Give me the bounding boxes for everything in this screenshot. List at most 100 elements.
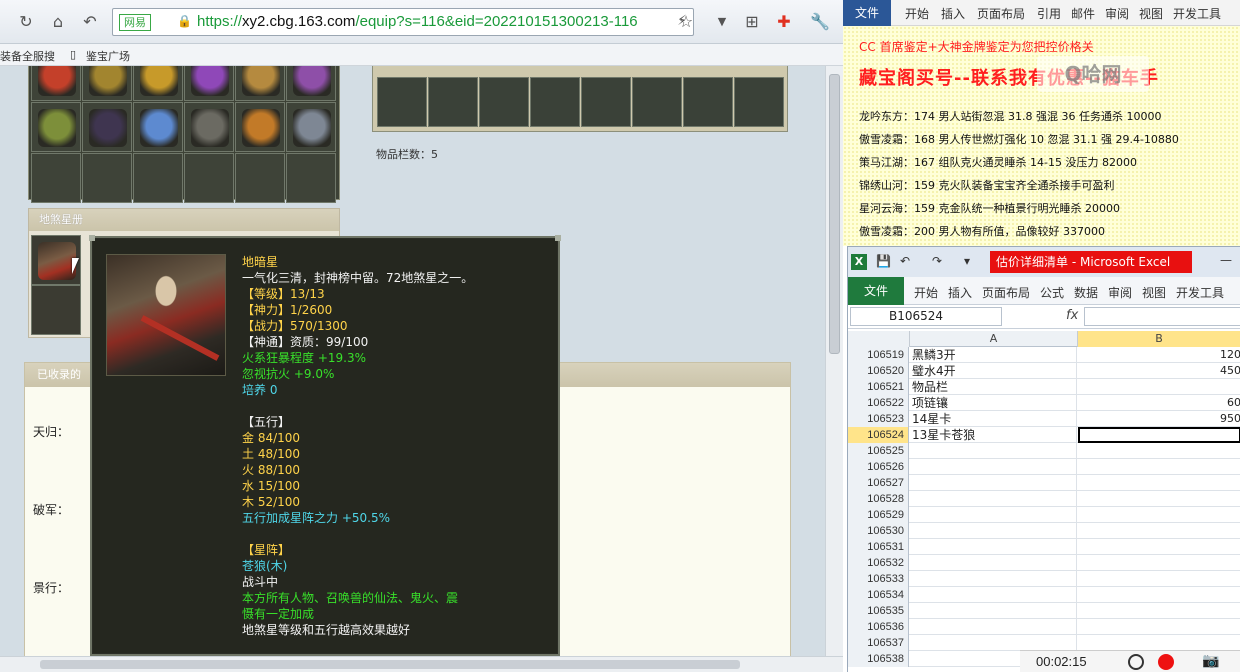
- row-number[interactable]: 106529: [848, 507, 909, 523]
- word-tab[interactable]: 邮件: [1071, 5, 1095, 22]
- home-icon[interactable]: ⌂: [46, 10, 70, 34]
- excel-tab[interactable]: 插入: [948, 284, 972, 301]
- cell-a[interactable]: [910, 635, 1077, 651]
- cell-a[interactable]: 物品栏: [910, 379, 1077, 395]
- minimize-icon[interactable]: —: [1220, 253, 1232, 267]
- save-icon[interactable]: 💾: [876, 254, 891, 268]
- cell-a[interactable]: [910, 603, 1077, 619]
- word-tab[interactable]: 开发工具: [1173, 5, 1221, 22]
- back-icon[interactable]: ↶: [78, 10, 102, 34]
- inventory-slot[interactable]: [82, 102, 132, 152]
- camera-icon[interactable]: 📷: [1202, 653, 1219, 669]
- row-number[interactable]: 106533: [848, 571, 909, 587]
- row-number[interactable]: 106521: [848, 379, 909, 395]
- row-number[interactable]: 106527: [848, 475, 909, 491]
- cell-a[interactable]: [910, 539, 1077, 555]
- cell-b[interactable]: [1078, 603, 1240, 619]
- cell-a[interactable]: [910, 507, 1077, 523]
- inventory-slot[interactable]: [133, 153, 183, 203]
- excel-tab[interactable]: 开始: [914, 284, 938, 301]
- cell-b[interactable]: 950: [1078, 411, 1240, 427]
- dropdown-icon[interactable]: ▼: [710, 10, 734, 34]
- inventory-slot[interactable]: [286, 102, 336, 152]
- excel-file-tab[interactable]: 文件: [848, 277, 904, 305]
- row-number[interactable]: 106534: [848, 587, 909, 603]
- row-number[interactable]: 106520: [848, 363, 909, 379]
- inventory-slot[interactable]: [82, 66, 132, 101]
- refresh-icon[interactable]: ↻: [14, 10, 38, 34]
- cell-b[interactable]: [1078, 443, 1240, 459]
- row-number[interactable]: 106528: [848, 491, 909, 507]
- inventory-slot[interactable]: [235, 153, 285, 203]
- storage-slot[interactable]: [530, 77, 580, 127]
- cell-a[interactable]: 项链镶: [910, 395, 1077, 411]
- storage-slot[interactable]: [581, 77, 631, 127]
- row-number[interactable]: 106537: [848, 635, 909, 651]
- inventory-slot[interactable]: [133, 66, 183, 101]
- column-header-a[interactable]: A: [910, 331, 1078, 347]
- word-tab[interactable]: 视图: [1139, 5, 1163, 22]
- cell-b[interactable]: [1078, 507, 1240, 523]
- inventory-slot[interactable]: [235, 102, 285, 152]
- cell-a[interactable]: [910, 459, 1077, 475]
- cell-a[interactable]: 璧水4开: [910, 363, 1077, 379]
- cell-a[interactable]: [910, 491, 1077, 507]
- row-number[interactable]: 106531: [848, 539, 909, 555]
- storage-slot[interactable]: [428, 77, 478, 127]
- cell-b[interactable]: [1078, 635, 1240, 651]
- word-tab[interactable]: 审阅: [1105, 5, 1129, 22]
- word-tab[interactable]: 引用: [1037, 5, 1061, 22]
- inventory-slot[interactable]: [82, 153, 132, 203]
- cell-b[interactable]: [1078, 619, 1240, 635]
- inventory-slot[interactable]: [184, 102, 234, 152]
- redo-icon[interactable]: ↷: [932, 254, 942, 268]
- inventory-slot[interactable]: [235, 66, 285, 101]
- cell-b[interactable]: [1078, 459, 1240, 475]
- row-number[interactable]: 106538: [848, 651, 909, 667]
- word-tab[interactable]: 页面布局: [977, 5, 1025, 22]
- row-number[interactable]: 106524: [848, 427, 909, 443]
- cell-a[interactable]: [910, 475, 1077, 491]
- horizontal-scrollbar[interactable]: [0, 656, 843, 672]
- cell-a[interactable]: [910, 443, 1077, 459]
- bookmark-item[interactable]: 装备全服搜: [0, 48, 55, 64]
- cell-b[interactable]: [1078, 523, 1240, 539]
- row-number[interactable]: 106530: [848, 523, 909, 539]
- cell-b[interactable]: [1078, 475, 1240, 491]
- storage-slot[interactable]: [377, 77, 427, 127]
- word-tab[interactable]: 插入: [941, 5, 965, 22]
- cell-b[interactable]: [1078, 587, 1240, 603]
- wrench-icon[interactable]: 🔧: [808, 10, 832, 34]
- cell-a[interactable]: [910, 523, 1077, 539]
- name-box[interactable]: B106524: [850, 307, 1002, 326]
- excel-tab[interactable]: 审阅: [1108, 284, 1132, 301]
- row-number[interactable]: 106522: [848, 395, 909, 411]
- pause-icon[interactable]: [1128, 654, 1144, 670]
- inventory-slot[interactable]: [31, 153, 81, 203]
- column-header-b[interactable]: B: [1078, 331, 1240, 347]
- inventory-slot[interactable]: [31, 66, 81, 101]
- cell-b[interactable]: [1078, 555, 1240, 571]
- cell-a[interactable]: 14星卡: [910, 411, 1077, 427]
- cell-a[interactable]: 13星卡苍狼: [910, 427, 1077, 443]
- row-number[interactable]: 106536: [848, 619, 909, 635]
- empty-slot[interactable]: [31, 285, 81, 335]
- row-number[interactable]: 106525: [848, 443, 909, 459]
- excel-tab[interactable]: 数据: [1074, 284, 1098, 301]
- row-number[interactable]: 106532: [848, 555, 909, 571]
- excel-tab[interactable]: 页面布局: [982, 284, 1030, 301]
- undo-icon[interactable]: ↶: [900, 254, 910, 268]
- inventory-slot[interactable]: [31, 102, 81, 152]
- gamepad-icon[interactable]: ✚: [772, 10, 796, 34]
- corner-cell[interactable]: [848, 331, 910, 347]
- formula-input[interactable]: [1084, 307, 1240, 326]
- row-number[interactable]: 106523: [848, 411, 909, 427]
- storage-slot[interactable]: [479, 77, 529, 127]
- inventory-slot[interactable]: [286, 66, 336, 101]
- cell-b[interactable]: 450: [1078, 363, 1240, 379]
- cell-a[interactable]: [910, 555, 1077, 571]
- bookmark-item[interactable]: 鉴宝广场: [86, 48, 130, 64]
- row-number[interactable]: 106519: [848, 347, 909, 363]
- customize-icon[interactable]: ▾: [964, 254, 970, 268]
- cell-b[interactable]: [1078, 491, 1240, 507]
